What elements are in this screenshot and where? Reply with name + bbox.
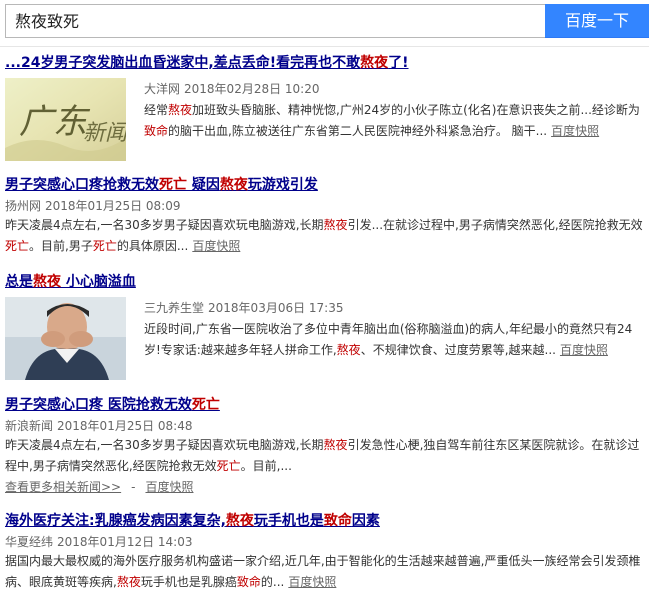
result-links-row: 查看更多相关新闻>> - 百度快照 bbox=[5, 480, 194, 494]
source-name: 华夏经纬 bbox=[5, 535, 54, 549]
cache-link[interactable]: 百度快照 bbox=[192, 239, 240, 253]
title-text: 了! bbox=[388, 55, 409, 71]
result-abstract: 近段时间,广东省一医院收治了多位中青年脑出血(俗称脑溢血)的病人,年纪最小的竟然… bbox=[144, 322, 633, 357]
publish-time: 2018年01月12日 14:03 bbox=[57, 535, 193, 549]
result-title-link[interactable]: 总是熬夜 小心脑溢血 bbox=[5, 273, 645, 291]
source-name: 扬州网 bbox=[5, 199, 42, 213]
source-name: 新浪新闻 bbox=[5, 419, 54, 433]
result-abstract: 昨天凌晨4点左右,一名30多岁男子疑因喜欢玩电脑游戏,长期熬夜引发...在就诊过… bbox=[5, 218, 643, 253]
cache-link[interactable]: 百度快照 bbox=[560, 343, 608, 357]
result-title-link[interactable]: 男子突感心口疼抢救无效死亡 疑因熬夜玩游戏引发 bbox=[5, 176, 645, 194]
result-meta: 扬州网 2018年01月25日 08:09 bbox=[5, 198, 645, 214]
search-button[interactable]: 百度一下 bbox=[545, 4, 649, 38]
result-title-link[interactable]: 男子突感心口疼 医院抢救无效死亡 bbox=[5, 396, 645, 414]
result-item: 总是熬夜 小心脑溢血 三九养生堂 2018年03月06日 17:35 近段时间,广… bbox=[5, 273, 645, 383]
result-abstract: 昨天凌晨4点左右,一名30多岁男子疑因喜欢玩电脑游戏,长期熬夜引发急性心梗,独自… bbox=[5, 438, 640, 473]
result-title-link[interactable]: 海外医疗关注:乳腺癌发病因素复杂,熬夜玩手机也是致命因素 bbox=[5, 512, 645, 530]
publish-time: 2018年03月06日 17:35 bbox=[208, 301, 344, 315]
result-meta: 大洋网 2018年02月28日 10:20 bbox=[144, 81, 320, 97]
cache-link[interactable]: 百度快照 bbox=[145, 480, 193, 494]
result-item: ...24岁男子突发脑出血昏迷家中,差点丢命!看完再也不敢熬夜了! 广东 新闻 … bbox=[5, 54, 645, 166]
publish-time: 2018年01月25日 08:48 bbox=[57, 419, 193, 433]
result-abstract: 据国内最大最权威的海外医疗服务机构盛诺一家介绍,近几年,由于智能化的生活越来越普… bbox=[5, 554, 641, 589]
result-abstract: 经常熬夜加班致头昏脑胀、精神恍惚,广州24岁的小伙子陈立(化名)在意识丧失之前.… bbox=[144, 103, 640, 138]
more-news-link[interactable]: 查看更多相关新闻>> bbox=[5, 480, 121, 494]
result-item: 男子突感心口疼 医院抢救无效死亡 新浪新闻 2018年01月25日 08:48 昨… bbox=[5, 396, 645, 498]
thumbnail-logo-text: 广东 bbox=[19, 102, 91, 142]
search-input[interactable]: 熬夜致死 bbox=[5, 4, 545, 38]
result-meta: 华夏经纬 2018年01月12日 14:03 bbox=[5, 534, 645, 550]
search-bar: 熬夜致死 百度一下 bbox=[0, 4, 649, 40]
cache-link[interactable]: 百度快照 bbox=[288, 575, 336, 589]
svg-text:新闻: 新闻 bbox=[83, 121, 126, 146]
divider bbox=[0, 46, 649, 47]
result-item: 男子突感心口疼抢救无效死亡 疑因熬夜玩游戏引发 扬州网 2018年01月25日 0… bbox=[5, 176, 645, 257]
result-item: 海外医疗关注:乳腺癌发病因素复杂,熬夜玩手机也是致命因素 华夏经纬 2018年01… bbox=[5, 512, 645, 593]
source-name: 三九养生堂 bbox=[144, 301, 205, 315]
result-thumbnail[interactable] bbox=[5, 297, 126, 380]
result-meta: 新浪新闻 2018年01月25日 08:48 bbox=[5, 418, 645, 434]
publish-time: 2018年01月25日 08:09 bbox=[45, 199, 181, 213]
publish-time: 2018年02月28日 10:20 bbox=[184, 82, 320, 96]
source-name: 大洋网 bbox=[144, 82, 181, 96]
title-highlight: 熬夜 bbox=[360, 55, 389, 71]
title-text: ...24岁男子突发脑出血昏迷家中,差点丢命!看完再也不敢 bbox=[5, 55, 361, 71]
cache-link[interactable]: 百度快照 bbox=[551, 124, 599, 138]
result-title-link[interactable]: ...24岁男子突发脑出血昏迷家中,差点丢命!看完再也不敢熬夜了! bbox=[5, 54, 645, 72]
result-thumbnail[interactable]: 广东 新闻 bbox=[5, 78, 126, 161]
result-meta: 三九养生堂 2018年03月06日 17:35 bbox=[144, 300, 344, 316]
